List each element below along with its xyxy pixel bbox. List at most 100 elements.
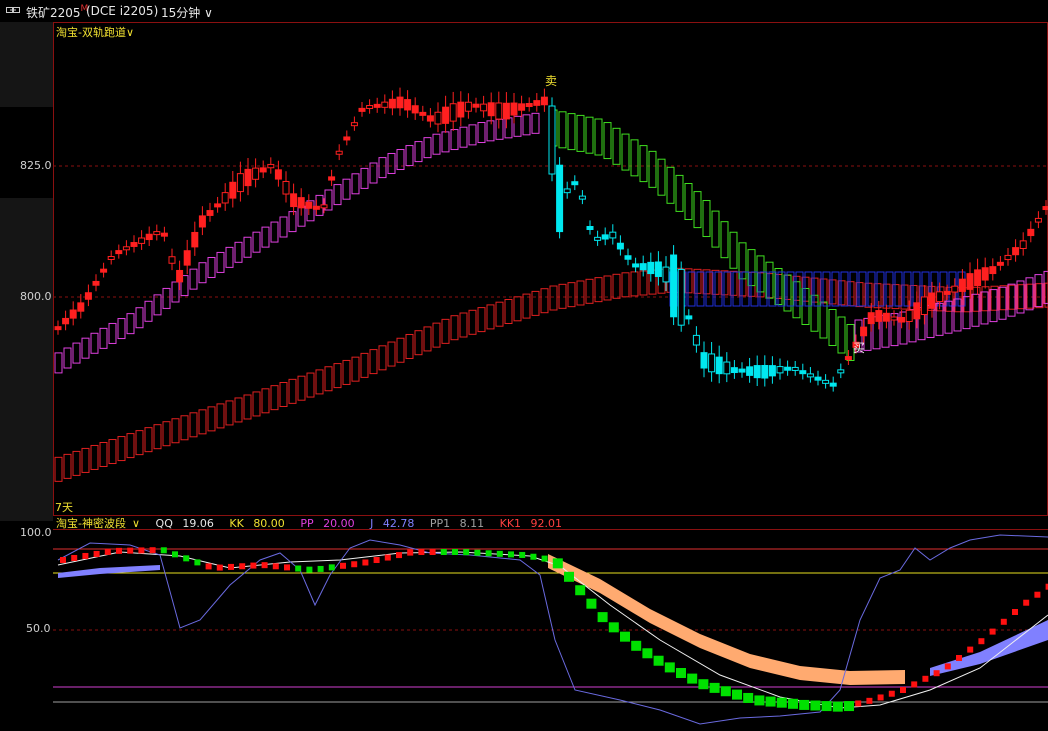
wave-square [530, 553, 537, 560]
wave-square [608, 622, 619, 633]
candle-body [138, 237, 146, 244]
wave-square [1034, 591, 1041, 598]
candle-body [373, 103, 381, 108]
wave-square [967, 646, 974, 653]
green-track-box [675, 174, 684, 212]
upper-track-box [207, 257, 216, 278]
green-track-box [639, 145, 648, 183]
wave-square [138, 547, 145, 554]
sub-indicator-name: 淘宝-神密波段 [56, 517, 126, 530]
candle-body [692, 334, 700, 346]
green-track-box [819, 301, 828, 339]
upper-track-box [513, 115, 522, 137]
candle-body [69, 309, 77, 319]
wave-square [239, 563, 246, 570]
lower-track-box [180, 415, 189, 441]
wave-square [485, 550, 492, 557]
lower-track-box [333, 363, 342, 389]
candle-body [898, 317, 906, 323]
candle-body [609, 231, 617, 239]
candle-body [191, 231, 199, 248]
candle-body [335, 150, 343, 155]
green-track-box [837, 316, 846, 354]
candle-body [84, 292, 92, 300]
upper-track-box [117, 318, 126, 340]
candle-body [221, 192, 229, 204]
candle-body [951, 285, 959, 293]
candle-body [449, 103, 457, 122]
main-panel-frame [53, 22, 1048, 516]
upper-track-box [189, 268, 198, 290]
upper-track-box [162, 287, 171, 309]
candle-body [601, 234, 609, 240]
candle-body [206, 210, 214, 216]
upper-track-box [468, 124, 477, 146]
green-track-box [693, 191, 702, 229]
wave-square [183, 555, 190, 562]
wave-square [664, 662, 675, 673]
candle-body [434, 111, 442, 125]
candle-body [267, 163, 275, 169]
upper-track-box [414, 141, 423, 163]
candle-body [890, 316, 898, 321]
wave-square [620, 631, 630, 642]
candle-body [708, 353, 716, 373]
wave-square [586, 598, 597, 609]
wave-square [418, 549, 425, 555]
readout-kk1: KK1 92.01 [500, 517, 568, 530]
lower-track-box [459, 312, 468, 338]
upper-track-box [54, 352, 63, 374]
wave-square [407, 549, 414, 556]
wave-square [127, 547, 134, 554]
green-track-box [666, 166, 675, 204]
wave-square [832, 701, 843, 712]
candle-body [328, 176, 336, 181]
candle-body [920, 296, 928, 316]
upper-track-box [378, 157, 387, 179]
candle-body [685, 315, 693, 320]
lower-track-box [261, 388, 270, 414]
wave-square [676, 668, 686, 678]
candle-body [981, 267, 989, 281]
candle-body [556, 164, 564, 233]
candle-body [297, 197, 305, 209]
readout-value: 20.00 [323, 517, 355, 530]
candle-body [738, 368, 746, 373]
wave-square [776, 697, 787, 708]
readout-label: QQ [155, 517, 173, 530]
candle-body [343, 136, 351, 141]
green-track-box [603, 122, 612, 160]
wave-square [810, 700, 821, 711]
sub-indicator-selector[interactable]: 淘宝-神密波段 ∨ [56, 517, 146, 530]
green-track-box [630, 139, 639, 177]
candle-body [1034, 217, 1042, 223]
upper-track-box [477, 122, 486, 144]
chevron-down-icon: ∨ [131, 517, 141, 530]
lower-track-box [567, 282, 576, 308]
upper-track-box [171, 281, 180, 303]
lower-track-box [513, 296, 522, 322]
readout-label: PP1 [429, 517, 451, 530]
green-track-box [657, 158, 666, 196]
upper-track-box [261, 226, 270, 248]
wave-square [911, 681, 918, 688]
candle-body [214, 203, 222, 208]
lower-track-box [162, 421, 171, 447]
candle-body [1027, 228, 1035, 237]
green-track-box [585, 116, 594, 154]
upper-track-box [459, 126, 468, 148]
candle-body [837, 369, 845, 374]
main-indicator-selector[interactable]: 淘宝-双轨跑道∨ [56, 24, 134, 40]
kline-chart[interactable] [0, 0, 1048, 731]
wave-square [866, 697, 873, 704]
wave-square [172, 551, 178, 558]
candle-body [654, 261, 662, 277]
upper-track-box [270, 221, 279, 243]
wave-square [429, 549, 436, 555]
candle-body [768, 365, 776, 377]
wave-square [373, 557, 380, 564]
candle-body [1019, 240, 1027, 250]
lower-track-box [495, 301, 504, 327]
wave-square [519, 551, 526, 558]
sub-indicator-legend: 淘宝-神密波段 ∨ QQ 19.06 KK 80.00 PP 20.00 J 42… [56, 515, 574, 531]
